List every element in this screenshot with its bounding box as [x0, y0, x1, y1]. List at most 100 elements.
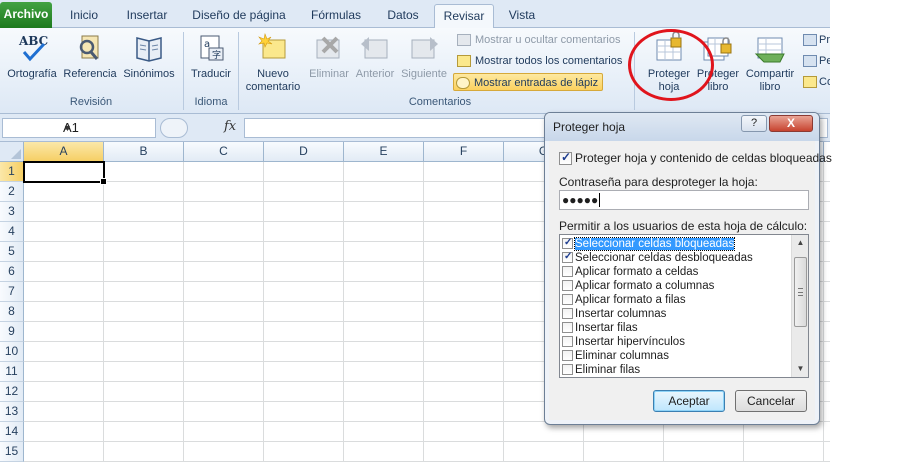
- list-item[interactable]: Eliminar filas: [562, 363, 791, 377]
- column-header[interactable]: B: [104, 142, 184, 162]
- mostrar-entradas-lapiz-button[interactable]: Mostrar entradas de lápiz: [453, 73, 604, 91]
- scroll-thumb[interactable]: [794, 257, 807, 327]
- row-header[interactable]: 2: [0, 182, 24, 202]
- show-all-label: Mostrar todos los comentarios: [475, 55, 623, 67]
- protect-contents-checkbox[interactable]: Proteger hoja y contenido de celdas bloq…: [559, 150, 832, 166]
- cambios-item-2[interactable]: Pe: [801, 52, 830, 70]
- list-item[interactable]: Insertar hipervínculos: [562, 335, 791, 349]
- new-comment-icon: [258, 32, 286, 59]
- nuevo-comentario-button[interactable]: Nuevo comentario: [242, 32, 304, 94]
- aceptar-button[interactable]: Aceptar: [653, 390, 725, 412]
- password-input[interactable]: ●●●●●: [559, 190, 809, 210]
- cambios-item-1[interactable]: Pr: [801, 31, 830, 49]
- sinonimos-button[interactable]: Sinónimos: [120, 32, 178, 81]
- row-header[interactable]: 12: [0, 382, 24, 402]
- active-cell[interactable]: [23, 161, 107, 185]
- thesaurus-icon: [136, 37, 162, 62]
- mostrar-todos-comentarios-button[interactable]: Mostrar todos los comentarios: [455, 52, 622, 70]
- tab-insertar[interactable]: Insertar: [118, 4, 176, 28]
- checkbox-icon[interactable]: [562, 280, 573, 291]
- row-header[interactable]: 6: [0, 262, 24, 282]
- column-header[interactable]: C: [184, 142, 264, 162]
- permission-label: Insertar columnas: [575, 308, 667, 320]
- tab-archivo[interactable]: Archivo: [0, 2, 52, 28]
- checkbox-icon[interactable]: [562, 266, 573, 277]
- column-header[interactable]: E: [344, 142, 424, 162]
- list-item[interactable]: Aplicar formato a filas: [562, 293, 791, 307]
- list-item[interactable]: Aplicar formato a celdas: [562, 265, 791, 279]
- checkbox-icon[interactable]: [562, 336, 573, 347]
- scroll-up-icon[interactable]: ▲: [792, 235, 808, 251]
- row-header[interactable]: 3: [0, 202, 24, 222]
- row-header[interactable]: 15: [0, 442, 24, 462]
- list-item[interactable]: Insertar columnas: [562, 307, 791, 321]
- sinonimos-label: Sinónimos: [123, 68, 175, 80]
- permission-label: Seleccionar celdas bloqueadas: [573, 237, 736, 251]
- row-header[interactable]: 5: [0, 242, 24, 262]
- row-header[interactable]: 1: [0, 162, 24, 182]
- scroll-down-icon[interactable]: ▼: [792, 361, 808, 377]
- list-item[interactable]: Insertar filas: [562, 321, 791, 335]
- list-item[interactable]: Aplicar formato a columnas: [562, 279, 791, 293]
- eliminar-label: Eliminar: [309, 68, 349, 80]
- checkbox-icon[interactable]: [562, 250, 573, 264]
- formula-expand-icon[interactable]: [160, 118, 188, 138]
- row-header[interactable]: 14: [0, 422, 24, 442]
- tab-datos[interactable]: Datos: [378, 4, 428, 28]
- referencia-button[interactable]: Referencia: [62, 32, 118, 81]
- list-item[interactable]: Eliminar columnas: [562, 349, 791, 363]
- referencia-label: Referencia: [63, 68, 117, 80]
- siguiente-comentario-button[interactable]: Siguiente: [398, 32, 450, 81]
- permission-label: Insertar filas: [575, 322, 638, 334]
- list-item[interactable]: Seleccionar celdas desbloqueadas: [562, 250, 791, 265]
- list-item[interactable]: Seleccionar celdas bloqueadas: [562, 236, 791, 251]
- name-box[interactable]: A1 ▼: [2, 118, 156, 138]
- checkbox-icon[interactable]: [562, 236, 573, 250]
- close-icon[interactable]: X: [769, 115, 813, 132]
- row-header[interactable]: 11: [0, 362, 24, 382]
- translate-icon: a 字: [200, 35, 224, 61]
- checkbox-icon[interactable]: [562, 350, 573, 361]
- show-hide-label: Mostrar u ocultar comentarios: [475, 34, 621, 46]
- row-header[interactable]: 7: [0, 282, 24, 302]
- column-header[interactable]: F: [424, 142, 504, 162]
- permission-label: Eliminar filas: [575, 364, 641, 376]
- dialog-title: Proteger hoja: [553, 120, 626, 134]
- mostrar-ocultar-comentarios-button[interactable]: Mostrar u ocultar comentarios: [455, 31, 621, 49]
- insert-function-icon[interactable]: fx: [224, 119, 236, 134]
- protect-contents-label: Proteger hoja y contenido de celdas bloq…: [575, 151, 832, 165]
- traducir-button[interactable]: a 字 Traducir: [186, 32, 236, 81]
- cambios-item-3[interactable]: Co: [801, 73, 830, 91]
- chevron-down-icon[interactable]: ▼: [63, 119, 152, 137]
- tab-inicio[interactable]: Inicio: [58, 4, 110, 28]
- column-header[interactable]: D: [264, 142, 344, 162]
- dialog-titlebar[interactable]: Proteger hoja ? X: [545, 113, 819, 141]
- checkbox-icon[interactable]: [562, 364, 573, 375]
- list-scrollbar[interactable]: ▲ ▼: [791, 235, 808, 377]
- share-workbook-icon: [754, 37, 785, 63]
- tab-formulas[interactable]: Fórmulas: [302, 4, 370, 28]
- tab-revisar[interactable]: Revisar: [434, 4, 494, 29]
- text-cursor: [599, 193, 601, 207]
- row-header[interactable]: 8: [0, 302, 24, 322]
- tab-vista[interactable]: Vista: [500, 4, 544, 28]
- checkbox-icon[interactable]: [562, 322, 573, 333]
- permissions-list[interactable]: Seleccionar celdas bloqueadas Selecciona…: [559, 234, 809, 378]
- eliminar-comentario-button[interactable]: Eliminar: [306, 32, 352, 81]
- row-header[interactable]: 9: [0, 322, 24, 342]
- anterior-comentario-button[interactable]: Anterior: [352, 32, 398, 81]
- cancelar-button[interactable]: Cancelar: [735, 390, 807, 412]
- ortografia-button[interactable]: ABC Ortografía: [4, 32, 60, 81]
- compartir-libro-button[interactable]: Compartir libro: [742, 32, 798, 94]
- row-header[interactable]: 10: [0, 342, 24, 362]
- column-header[interactable]: A: [24, 142, 104, 162]
- checkbox-icon[interactable]: [559, 150, 572, 166]
- checkbox-icon[interactable]: [562, 294, 573, 305]
- tab-diseno-pagina[interactable]: Diseño de página: [184, 4, 294, 28]
- compartir-libro-label: Compartir libro: [745, 68, 795, 93]
- help-icon[interactable]: ?: [741, 115, 767, 132]
- row-header[interactable]: 4: [0, 222, 24, 242]
- row-header[interactable]: 13: [0, 402, 24, 422]
- select-all-corner[interactable]: [0, 142, 24, 162]
- checkbox-icon[interactable]: [562, 308, 573, 319]
